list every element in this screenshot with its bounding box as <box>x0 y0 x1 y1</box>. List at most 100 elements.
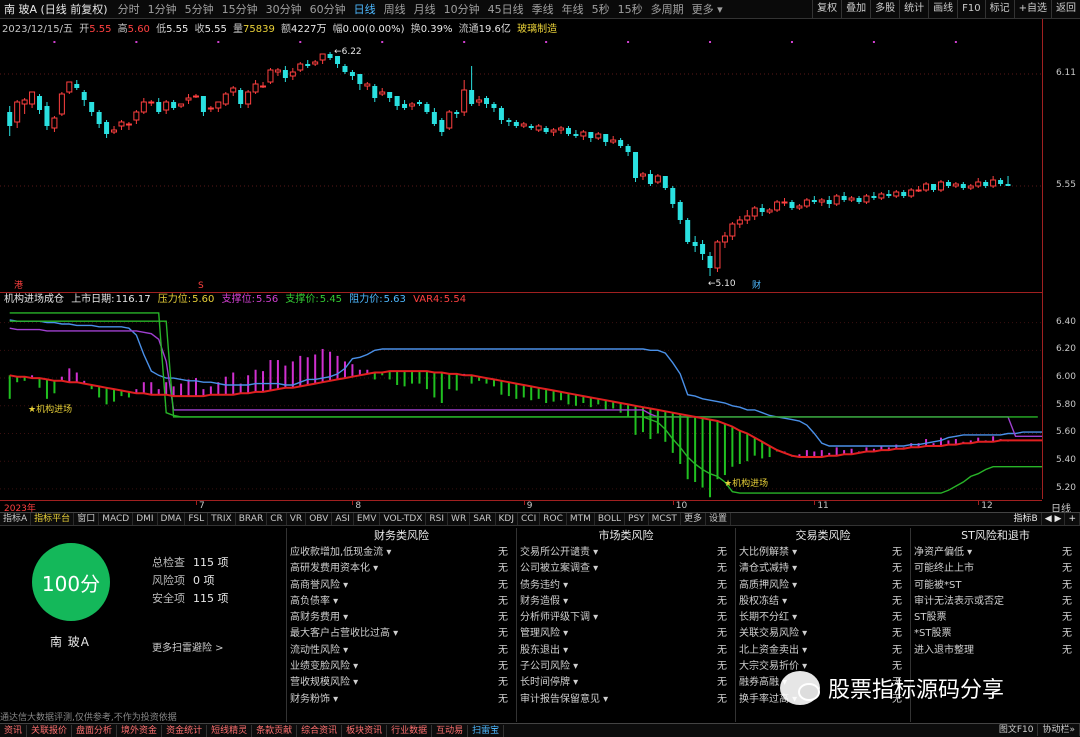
candle-body[interactable] <box>893 191 900 197</box>
candle-body[interactable] <box>826 200 832 204</box>
candle-body[interactable] <box>565 128 571 134</box>
indicator-tab-right-2[interactable]: + <box>1065 513 1080 525</box>
more-scan-link[interactable]: 更多扫雷避险 > <box>152 639 224 654</box>
candle-body[interactable] <box>461 89 468 113</box>
candle-body[interactable] <box>647 174 653 184</box>
candle-body[interactable] <box>662 176 668 188</box>
period-tab-7[interactable]: 周线 <box>380 1 410 17</box>
tool-button-3[interactable]: 统计 <box>899 0 928 18</box>
candle-body[interactable] <box>744 215 751 221</box>
candle-body[interactable] <box>736 219 743 225</box>
indicator-tab-21[interactable]: MTM <box>567 513 595 525</box>
candle-body[interactable] <box>44 106 50 126</box>
risk-item[interactable]: 关联交易风险 ▾ 无 <box>736 626 910 642</box>
candle-body[interactable] <box>245 91 252 105</box>
candle-body[interactable] <box>751 207 758 217</box>
candle-body[interactable] <box>670 188 676 204</box>
risk-item[interactable]: 应收款增加,低现金流 ▾ 无 <box>287 545 516 561</box>
period-tab-2[interactable]: 5分钟 <box>181 1 218 17</box>
candle-body[interactable] <box>685 220 691 242</box>
candle-body[interactable] <box>543 128 549 132</box>
risk-item[interactable]: 清仓式减持 ▾ 无 <box>736 561 910 577</box>
candle-body[interactable] <box>89 102 95 112</box>
candle-body[interactable] <box>200 96 206 112</box>
candle-body[interactable] <box>111 129 118 133</box>
candle-body[interactable] <box>871 196 877 198</box>
candle-body[interactable] <box>789 202 795 208</box>
candle-body[interactable] <box>603 134 609 142</box>
candle-body[interactable] <box>207 107 214 110</box>
candle-body[interactable] <box>7 112 13 126</box>
risk-item[interactable]: 交易所公开谴责 ▾ 无 <box>517 545 735 561</box>
candle-body[interactable] <box>915 189 922 192</box>
tool-button-4[interactable]: 画线 <box>928 0 957 18</box>
candle-body[interactable] <box>588 132 594 138</box>
candlestick-svg[interactable]: ←6.22 ←5.10 港 S 财 <box>0 36 1042 292</box>
indicator-tab-24[interactable]: MCST <box>649 513 681 525</box>
candle-body[interactable] <box>192 95 199 98</box>
candle-body[interactable] <box>633 152 639 178</box>
bottom-tab-8[interactable]: 板块资讯 <box>342 724 388 737</box>
candle-body[interactable] <box>700 244 706 254</box>
candle-body[interactable] <box>37 96 43 110</box>
candle-body[interactable] <box>260 85 267 88</box>
candle-body[interactable] <box>990 179 997 187</box>
indicator-tab-12[interactable]: ASI <box>332 513 354 525</box>
candle-body[interactable] <box>811 200 817 202</box>
bottom-tab-right-1[interactable]: 协动栏» <box>1038 724 1080 736</box>
candle-body[interactable] <box>639 173 646 177</box>
indicator-tab-14[interactable]: VOL-TDX <box>380 513 427 525</box>
indicator-tab-4[interactable]: DMI <box>133 513 158 525</box>
candle-body[interactable] <box>29 91 36 105</box>
candle-body[interactable] <box>803 199 810 207</box>
indicator-tab-26[interactable]: 设置 <box>706 513 731 525</box>
indicator-tab-13[interactable]: EMV <box>354 513 381 525</box>
period-tab-12[interactable]: 年线 <box>558 1 588 17</box>
candle-body[interactable] <box>886 194 892 196</box>
candle-body[interactable] <box>140 101 147 113</box>
candle-body[interactable] <box>766 209 773 213</box>
indicator-tab-7[interactable]: TRIX <box>208 513 236 525</box>
period-tab-0[interactable]: 分时 <box>114 1 144 17</box>
period-tab-13[interactable]: 5秒 <box>588 1 614 17</box>
risk-item[interactable]: 子公司风险 ▾ 无 <box>517 659 735 675</box>
indicator-tab-18[interactable]: KDJ <box>496 513 518 525</box>
bottom-tab-3[interactable]: 境外资金 <box>117 724 163 737</box>
candle-body[interactable] <box>282 70 288 78</box>
candle-body[interactable] <box>424 104 430 112</box>
candle-body[interactable] <box>550 129 557 133</box>
tool-button-7[interactable]: +自选 <box>1013 0 1051 18</box>
tool-button-2[interactable]: 多股 <box>870 0 899 18</box>
candle-body[interactable] <box>796 205 803 209</box>
candle-body[interactable] <box>439 120 445 132</box>
candle-body[interactable] <box>707 256 713 268</box>
candle-body[interactable] <box>818 199 825 203</box>
indicator-tab-8[interactable]: BRAR <box>236 513 268 525</box>
candle-body[interactable] <box>937 181 944 191</box>
candle-body[interactable] <box>476 99 483 103</box>
candle-body[interactable] <box>535 125 542 131</box>
indicator-tab-25[interactable]: 更多 <box>681 513 706 525</box>
day-period-label[interactable]: 日线 <box>1042 500 1080 515</box>
period-tab-1[interactable]: 1分钟 <box>144 1 181 17</box>
bottom-tab-9[interactable]: 行业数据 <box>387 724 433 737</box>
sector-tag[interactable]: 玻璃制造 <box>517 24 557 35</box>
candle-body[interactable] <box>484 98 490 104</box>
candle-body[interactable] <box>580 131 587 137</box>
bottom-tab-2[interactable]: 盘面分析 <box>72 724 118 737</box>
candle-body[interactable] <box>960 184 966 188</box>
risk-item[interactable]: 高商誉风险 ▾ 无 <box>287 578 516 594</box>
bottom-tab-1[interactable]: 关联报价 <box>27 724 73 737</box>
period-tab-4[interactable]: 30分钟 <box>262 1 306 17</box>
candle-body[interactable] <box>1005 184 1011 186</box>
candle-body[interactable] <box>297 63 304 71</box>
risk-item[interactable]: 业绩变脸风险 ▾ 无 <box>287 659 516 675</box>
candle-body[interactable] <box>952 183 959 187</box>
period-tab-9[interactable]: 10分钟 <box>440 1 484 17</box>
indicator-svg[interactable]: ★机构进场 ★机构进场 <box>0 306 1042 500</box>
risk-item[interactable]: 财务造假 ▾ 无 <box>517 594 735 610</box>
candle-body[interactable] <box>267 69 274 83</box>
candle-body[interactable] <box>781 201 788 204</box>
candle-body[interactable] <box>923 183 930 191</box>
candle-body[interactable] <box>841 196 847 200</box>
